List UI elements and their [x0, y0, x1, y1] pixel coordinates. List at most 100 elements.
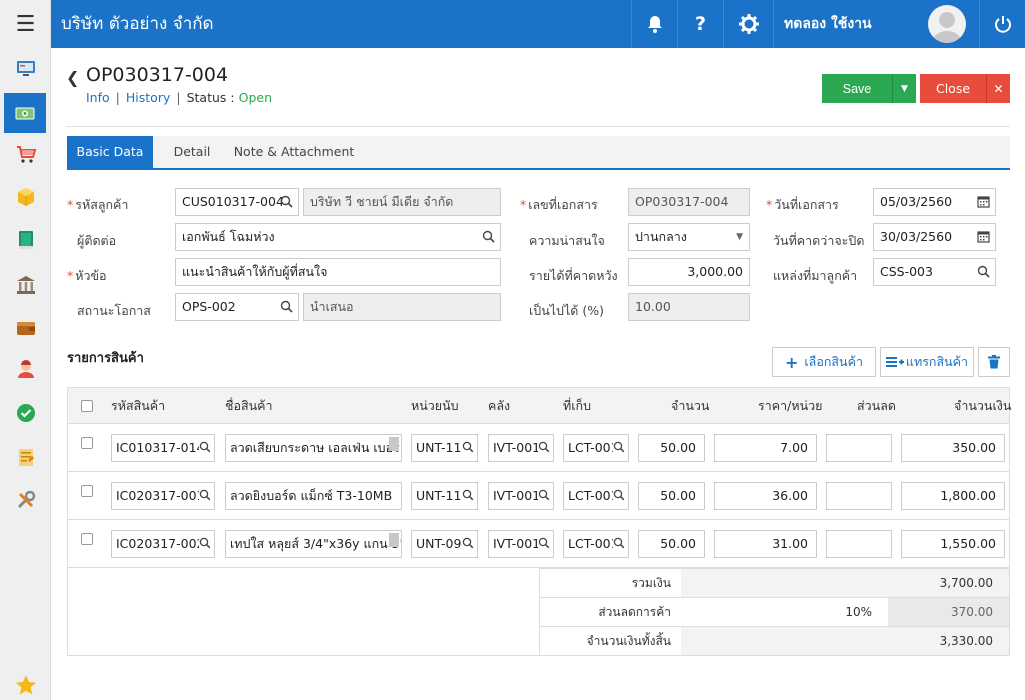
warehouse-input[interactable]: IVT-001 [488, 482, 554, 510]
select-all-checkbox[interactable] [81, 400, 93, 412]
sidebar-item-tools[interactable] [0, 480, 51, 520]
scrollbar[interactable] [389, 533, 399, 547]
doc-date-input[interactable]: 05/03/2560 [873, 188, 996, 216]
back-icon[interactable]: ❮ [66, 68, 79, 87]
sidebar-item-user[interactable] [0, 349, 51, 389]
qty-input[interactable]: 50.00 [638, 482, 705, 510]
search-icon[interactable] [462, 537, 474, 549]
expected-income-input[interactable]: 3,000.00 [628, 258, 750, 286]
tab-basic-data[interactable]: Basic Data [67, 136, 153, 168]
logout-button[interactable] [979, 0, 1025, 48]
search-icon[interactable] [613, 489, 625, 501]
opportunity-status-name: นำเสนอ [303, 293, 501, 321]
tab-detail[interactable]: Detail [161, 136, 223, 168]
unit-input[interactable]: UNT-09 [411, 530, 478, 558]
product-name-input[interactable]: เทปใส หลุยส์ 3/4"x36y แกน 3" [225, 530, 402, 558]
row-checkbox[interactable] [81, 533, 93, 545]
search-icon[interactable] [613, 537, 625, 549]
save-button[interactable]: Save [822, 74, 892, 103]
trade-discount-input[interactable]: 10% [681, 598, 888, 626]
notification-button[interactable] [631, 0, 677, 48]
insert-product-button[interactable]: แทรกสินค้า [880, 347, 974, 377]
search-icon[interactable] [462, 489, 474, 501]
user-menu[interactable]: ทดลอง ใช้งาน [773, 0, 975, 48]
product-code-input[interactable]: IC010317-014 [111, 434, 215, 462]
search-icon[interactable] [538, 441, 550, 453]
sidebar-item-money[interactable] [4, 93, 46, 133]
warehouse-input[interactable]: IVT-001 [488, 530, 554, 558]
scrollbar[interactable] [389, 437, 399, 451]
customer-source-label: แหล่งที่มาลูกค้า [773, 268, 858, 283]
calendar-icon[interactable] [977, 195, 990, 208]
select-product-button[interactable]: + เลือกสินค้า [772, 347, 876, 377]
qty-input[interactable]: 50.00 [638, 530, 705, 558]
opportunity-status-input[interactable]: OPS-002 [175, 293, 299, 321]
save-options-button[interactable]: ▼ [892, 74, 916, 103]
row-checkbox[interactable] [81, 485, 93, 497]
amount-input[interactable]: 350.00 [901, 434, 1005, 462]
search-icon[interactable] [613, 441, 625, 453]
contact-input[interactable]: เอกพันธ์ โฉมห่วง [175, 223, 501, 251]
close-x-button[interactable]: ✕ [986, 74, 1010, 103]
info-link[interactable]: Info [86, 90, 110, 105]
discount-input[interactable] [826, 530, 892, 558]
avatar-icon [932, 12, 962, 43]
qty-input[interactable]: 50.00 [638, 434, 705, 462]
product-code-input[interactable]: IC020317-001 [111, 482, 215, 510]
sidebar-item-book[interactable] [0, 220, 51, 260]
price-input[interactable]: 31.00 [714, 530, 817, 558]
search-icon[interactable] [462, 441, 474, 453]
insert-row-icon [885, 357, 904, 367]
sidebar-item-favorite[interactable] [0, 670, 51, 700]
sidebar-item-cart[interactable] [0, 134, 51, 174]
unit-input[interactable]: UNT-11 [411, 434, 478, 462]
discount-input[interactable] [826, 434, 892, 462]
expected-close-input[interactable]: 30/03/2560 [873, 223, 996, 251]
calendar-icon[interactable] [977, 230, 990, 243]
search-icon[interactable] [199, 441, 211, 453]
search-icon[interactable] [538, 537, 550, 549]
customer-code-input[interactable]: CUS010317-004 [175, 188, 299, 216]
delete-product-button[interactable] [978, 347, 1010, 377]
interest-select[interactable]: ปานกลาง ▼ [628, 223, 750, 251]
row-checkbox[interactable] [81, 437, 93, 449]
close-button[interactable]: Close [920, 74, 986, 103]
search-icon[interactable] [280, 195, 293, 208]
product-name-input[interactable]: ลวดยิงบอร์ด แม็กซ์ T3-10MB [225, 482, 402, 510]
settings-button[interactable] [723, 0, 773, 48]
location-input[interactable]: LCT-001 [563, 434, 629, 462]
search-icon[interactable] [482, 230, 495, 243]
location-input[interactable]: LCT-001 [563, 530, 629, 558]
sidebar-item-report[interactable] [0, 437, 51, 477]
search-icon[interactable] [199, 537, 211, 549]
star-icon [15, 675, 36, 695]
search-icon[interactable] [199, 489, 211, 501]
table-row: IC020317-002 เทปใส หลุยส์ 3/4"x36y แกน 3… [68, 520, 1009, 568]
history-link[interactable]: History [126, 90, 170, 105]
sidebar-item-bank[interactable] [0, 265, 51, 305]
product-code-input[interactable]: IC020317-002 [111, 530, 215, 558]
menu-icon[interactable]: ☰ [0, 0, 51, 48]
help-button[interactable]: ? [677, 0, 723, 48]
location-input[interactable]: LCT-001 [563, 482, 629, 510]
amount-input[interactable]: 1,800.00 [901, 482, 1005, 510]
search-icon[interactable] [280, 300, 293, 313]
search-icon[interactable] [977, 265, 990, 278]
amount-input[interactable]: 1,550.00 [901, 530, 1005, 558]
tab-note-attachment[interactable]: Note & Attachment [233, 136, 355, 168]
breadcrumb: Info | History | Status : Open [86, 90, 272, 105]
sidebar-item-wallet[interactable] [0, 307, 51, 347]
discount-input[interactable] [826, 482, 892, 510]
product-name-input[interactable]: ลวดเสียบกระดาษ เอลเฟ่น เบอร์ [225, 434, 402, 462]
subject-input[interactable]: แนะนำสินค้าให้กับผู้ที่สนใจ [175, 258, 501, 286]
price-input[interactable]: 36.00 [714, 482, 817, 510]
sidebar-item-check[interactable] [0, 393, 51, 433]
sidebar-item-box[interactable] [0, 177, 51, 217]
customer-source-input[interactable]: CSS-003 [873, 258, 996, 286]
sidebar-item-monitor[interactable] [0, 48, 51, 88]
warehouse-input[interactable]: IVT-001 [488, 434, 554, 462]
unit-input[interactable]: UNT-11 [411, 482, 478, 510]
price-input[interactable]: 7.00 [714, 434, 817, 462]
search-icon[interactable] [538, 489, 550, 501]
doc-no-field: OP030317-004 [628, 188, 750, 216]
